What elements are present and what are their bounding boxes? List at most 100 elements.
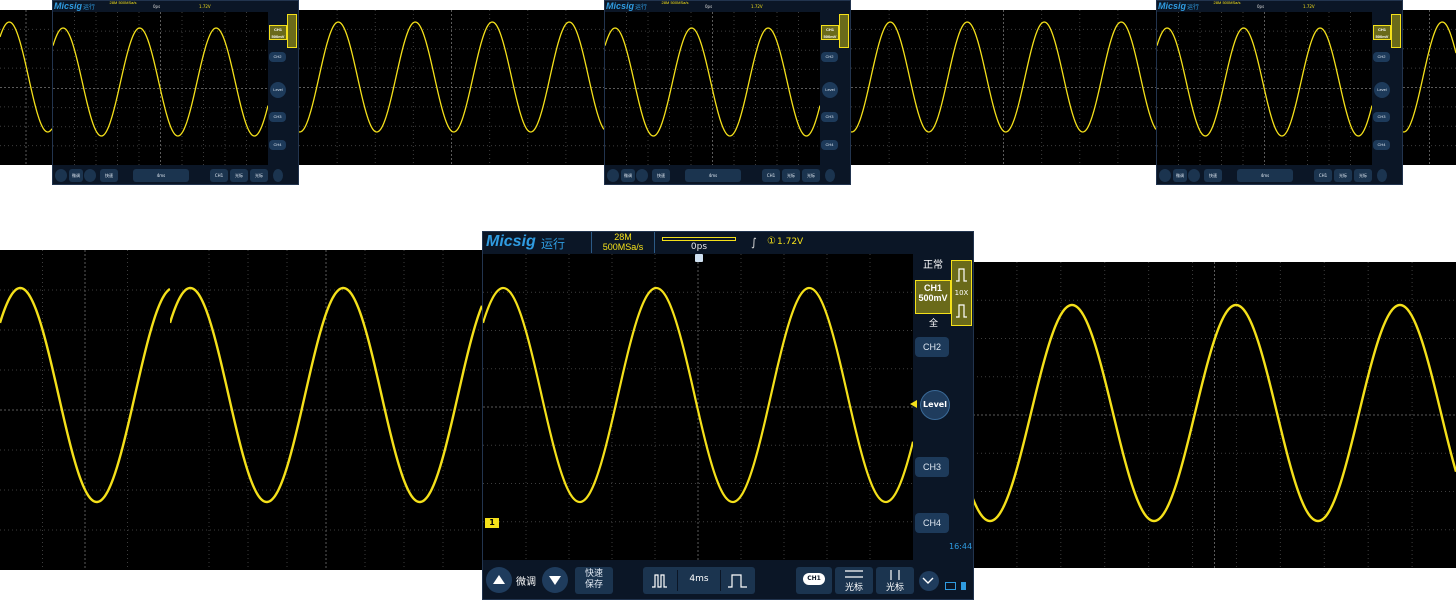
thumb-run-state: 运行	[635, 4, 648, 11]
thumb-lvl-button: Level	[1374, 82, 1390, 98]
expand-menu-button[interactable]	[919, 571, 939, 591]
trigger-level-readout[interactable]: 1.72V	[777, 237, 803, 247]
trigger-position-marker[interactable]	[695, 254, 703, 262]
run-state[interactable]: 运行	[541, 235, 565, 252]
thumb-side-panel: CH1 500mV CH2 Level CH3 CH4	[268, 12, 298, 165]
thumb-toolbar-button: 快速	[652, 169, 670, 182]
wave-plot	[1403, 10, 1456, 165]
thumb-brand-logo: Micsig	[1158, 1, 1187, 11]
vertical-cursor-label: 光标	[885, 583, 904, 593]
ch1-settings-button[interactable]: CH1 500mV	[915, 280, 951, 314]
thumb-trigger-level: 1.72V	[199, 4, 211, 9]
thumb-sample-rate: 28M 500MSa/s	[1213, 0, 1241, 5]
thumb-toolbar-button: 光标	[1334, 169, 1352, 182]
thumb-ch3-button: CH3	[269, 112, 286, 122]
clock: 16:44	[949, 542, 973, 551]
thumb-horizontal-offset: 0ps	[705, 4, 713, 9]
thumb-brand-logo: Micsig	[606, 1, 635, 11]
thumb-sample-rate: 28M 500MSa/s	[661, 0, 689, 5]
brand-logo: Micsig	[486, 233, 536, 250]
thumb-trigger-level: 1.72V	[751, 4, 763, 9]
thumb-top-bar: Micsig 运行 28M 500MSa/s 0ps 1.72V	[605, 1, 850, 12]
thumb-side-panel: CH1 500mV CH2 Level CH3 CH4	[1372, 12, 1402, 165]
thumb-toolbar-button	[607, 169, 619, 182]
horizontal-cursor-button[interactable]: 光标	[835, 567, 873, 594]
thumb-strip-c	[851, 10, 1156, 165]
horizontal-position-bar[interactable]: 0ps	[660, 234, 738, 253]
level-knob[interactable]: Level	[920, 390, 950, 420]
thumb-ch1-button: CH1 500mV	[269, 25, 287, 40]
quick-save-button[interactable]: 快速 保存	[575, 567, 613, 594]
thumb-brand-logo: Micsig	[54, 1, 83, 11]
timebase-divider-right	[720, 570, 721, 591]
scroll-down-button[interactable]	[542, 567, 568, 593]
channel-select-button[interactable]: CH1	[796, 567, 832, 594]
thumb-strip-b	[299, 10, 604, 165]
wave-plot	[973, 262, 1456, 568]
waveform-area[interactable]	[483, 254, 913, 560]
quick-save-line1: 快速	[584, 569, 603, 579]
thumb-toolbar-button	[825, 169, 835, 182]
timebase-divider-left	[677, 570, 678, 591]
timebase-control[interactable]: 4ms	[643, 567, 755, 594]
narrow-pulse-icon	[652, 574, 667, 588]
thumb-ch3-button: CH3	[821, 112, 838, 122]
probe-ratio: 10X	[954, 289, 969, 297]
ch2-button[interactable]: CH2	[915, 337, 949, 357]
thumb-toolbar-button: 光标	[230, 169, 248, 182]
up-arrow-icon	[493, 575, 505, 584]
wave-plot	[0, 10, 52, 165]
thumb-bottom-toolbar: 微调 快速 4ms CH1 光标 光标	[605, 165, 850, 184]
thumb-toolbar-button: 微调	[69, 169, 83, 182]
trigger-mode[interactable]: 正常	[923, 256, 943, 271]
thumb-toolbar-button: 4ms	[685, 169, 741, 182]
thumb-probe-column	[287, 14, 297, 48]
screen-icon	[945, 582, 956, 590]
thumb-run-state: 运行	[83, 4, 96, 11]
thumb-run-state: 运行	[1187, 4, 1200, 11]
thumb-toolbar-button: 快速	[100, 169, 118, 182]
thumb-ch3-button: CH3	[1373, 112, 1390, 122]
thumb-wave-plot	[605, 12, 820, 165]
chevron-down-icon	[922, 577, 934, 584]
thumb-ch2-button: CH2	[269, 52, 286, 62]
ch1-marker-label: 1	[489, 518, 495, 527]
wave-plot	[299, 10, 604, 165]
vertical-cursor-button[interactable]: 光标	[876, 567, 914, 594]
ch1-ground-marker[interactable]: 1	[485, 518, 499, 528]
thumb-lvl-button: Level	[270, 82, 286, 98]
thumb-toolbar-button: 4ms	[133, 169, 189, 182]
thumb-strip-d	[1403, 10, 1456, 165]
thumb-toolbar-button: 微调	[621, 169, 635, 182]
probe-column[interactable]: 10X	[951, 260, 972, 326]
ch1-bandwidth: 全	[929, 319, 939, 329]
horizontal-cursor-label: 光标	[844, 583, 863, 593]
thumb-toolbar-button	[273, 169, 283, 182]
thumb-trigger-level: 1.72V	[1303, 4, 1315, 9]
thumb-ch2-button: CH2	[1373, 52, 1390, 62]
wave-plot	[170, 250, 482, 570]
timebase-value: 4ms	[689, 574, 709, 584]
thumb-top-bar: Micsig 运行 28M 500MSa/s 0ps 1.72V	[1157, 1, 1402, 12]
right-side-panel: 正常 CH1 500mV 全 10X CH2 Level CH3 CH4 16:…	[910, 254, 973, 560]
oscilloscope-screen: Micsig 运行 28M 500MSa/s 0ps ∫ ① 1.72V 1 正…	[482, 231, 974, 600]
scope-thumbnail: Micsig 运行 28M 500MSa/s 0ps 1.72V CH1 500mV CH2…	[52, 0, 299, 185]
ch1-scale: 500mV	[918, 293, 948, 303]
thumb-toolbar-button: 光标	[250, 169, 268, 182]
ch4-button[interactable]: CH4	[915, 513, 949, 533]
thumb-horizontal-offset: 0ps	[153, 4, 161, 9]
fine-tune-label[interactable]: 微调	[516, 573, 536, 588]
down-arrow-icon	[549, 576, 561, 585]
ch3-button[interactable]: CH3	[915, 457, 949, 477]
quick-save-line2: 保存	[584, 580, 603, 590]
scroll-up-button[interactable]	[486, 567, 512, 593]
thumb-ch2-button: CH2	[821, 52, 838, 62]
ch1-name: CH1	[923, 283, 942, 293]
thumb-toolbar-button: 4ms	[1237, 169, 1293, 182]
sample-rate-box[interactable]: 28M 500MSa/s	[591, 232, 655, 253]
wave-strip-left-1	[0, 250, 170, 570]
thumb-ch1-button: CH1 500mV	[1373, 25, 1391, 40]
ch1-chip-label: CH1	[807, 575, 821, 582]
thumb-horizontal-offset: 0ps	[1257, 4, 1265, 9]
level-label: Level	[923, 400, 947, 409]
